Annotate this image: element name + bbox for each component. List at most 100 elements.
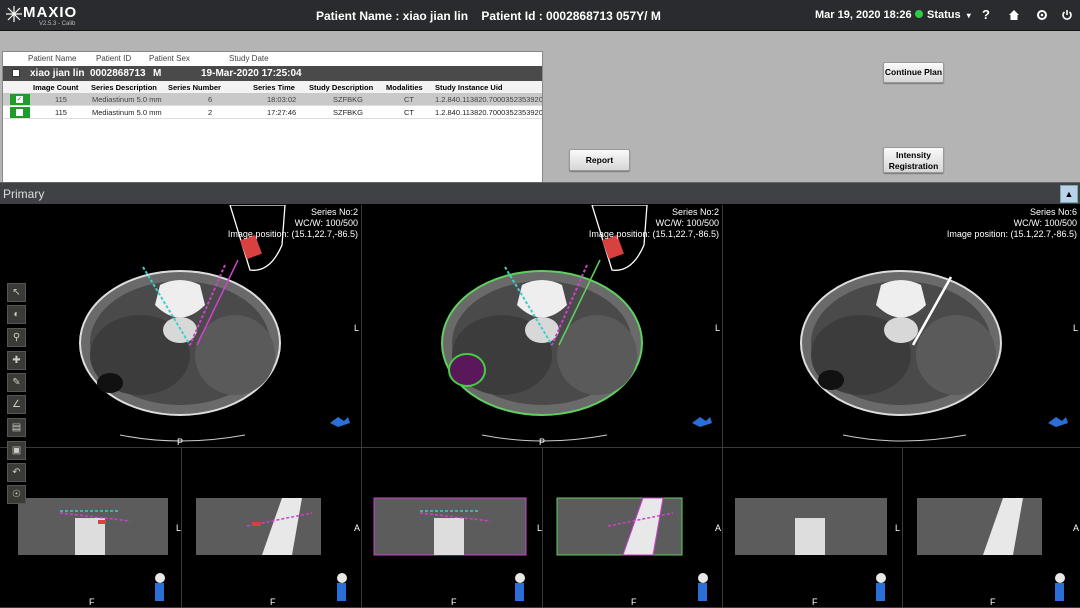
axial-viewport-3[interactable]: Series No:6 WC/W: 100/500 Image position… bbox=[723, 205, 1080, 448]
col-study-description[interactable]: Study Description bbox=[309, 83, 373, 92]
col-series-number[interactable]: Series Number bbox=[168, 83, 221, 92]
ct-axial-image bbox=[79, 205, 350, 442]
logo-text: MAXIO bbox=[23, 4, 78, 21]
patient-row[interactable]: xiao jian lin 0002868713 M 19-Mar-2020 1… bbox=[3, 66, 542, 81]
series-checkbox[interactable]: ✓ bbox=[10, 94, 30, 105]
col-patient-id[interactable]: Patient ID bbox=[96, 54, 131, 63]
patient-column-headers: Patient Name Patient ID Patient Sex Stud… bbox=[3, 54, 542, 66]
series-row[interactable]: 115 Mediastinum 5.0 mm 2 17:27:46 SZFBKG… bbox=[3, 106, 543, 119]
series-no-label: Series No:2 bbox=[671, 207, 719, 217]
sagittal-viewport-1[interactable]: A F bbox=[182, 448, 362, 608]
orientation-left-label: L bbox=[715, 323, 721, 333]
pointer-tool-icon[interactable]: ↖ bbox=[7, 283, 26, 302]
ct-coronal-image bbox=[735, 498, 887, 601]
col-image-count[interactable]: Image Count bbox=[33, 83, 78, 92]
ct-coronal-fusion-image bbox=[373, 497, 527, 601]
patient-row-date: 19-Mar-2020 17:25:04 bbox=[201, 68, 302, 79]
orientation-foot-label: F bbox=[270, 597, 276, 607]
status-dot-icon bbox=[915, 10, 923, 18]
col-series-description[interactable]: Series Description bbox=[91, 83, 157, 92]
col-patient-sex[interactable]: Patient Sex bbox=[149, 54, 190, 63]
col-modalities[interactable]: Modalities bbox=[386, 83, 423, 92]
series-uid: 1.2.840.113820.70003523539201 bbox=[435, 95, 543, 104]
window-level-label: WC/W: 100/500 bbox=[294, 218, 358, 228]
orientation-foot-label: F bbox=[812, 597, 818, 607]
report-button[interactable]: Report bbox=[569, 149, 630, 171]
series-modality: CT bbox=[404, 95, 414, 104]
patient-header: Patient Name : xiao jian lin Patient Id … bbox=[316, 9, 671, 23]
status-menu[interactable]: Status ▾ bbox=[915, 9, 971, 21]
series-uid: 1.2.840.113820.70003523539201 bbox=[435, 108, 543, 117]
col-study-date[interactable]: Study Date bbox=[229, 54, 269, 63]
continue-plan-button[interactable]: Continue Plan bbox=[883, 62, 944, 83]
collapse-up-button[interactable]: ▲ bbox=[1060, 185, 1078, 203]
window-level-label: WC/W: 100/500 bbox=[1013, 218, 1077, 228]
series-modality: CT bbox=[404, 108, 414, 117]
home-icon[interactable] bbox=[1005, 6, 1023, 24]
primary-label: Primary bbox=[3, 187, 45, 201]
power-icon[interactable] bbox=[1058, 6, 1076, 24]
sagittal-viewport-2[interactable]: A F bbox=[543, 448, 723, 608]
pen-tool-icon[interactable]: ✎ bbox=[7, 373, 26, 392]
viewport-info: Series No:6 WC/W: 100/500 Image position… bbox=[947, 207, 1077, 240]
primary-bar: Primary ▲ bbox=[0, 182, 1080, 204]
contrast-tool-icon[interactable]: ◐ bbox=[7, 305, 26, 324]
settings-icon[interactable] bbox=[1033, 6, 1051, 24]
patient-name-header: Patient Name : xiao jian lin bbox=[316, 9, 469, 23]
ct-axial-fusion-image bbox=[441, 205, 712, 442]
orientation-posterior-label: P bbox=[177, 437, 184, 447]
image-position-label: Image position: (15.1,22.7,-86.5) bbox=[588, 229, 719, 239]
series-checkbox[interactable] bbox=[10, 107, 30, 118]
series-description: Mediastinum 5.0 mm bbox=[92, 95, 162, 104]
intensity-label: Intensity bbox=[896, 150, 931, 160]
orientation-foot-label: F bbox=[89, 597, 95, 607]
camera-tool-icon[interactable]: ▣ bbox=[7, 441, 26, 460]
ct-sagittal-image bbox=[917, 498, 1065, 601]
series-time: 18:03:02 bbox=[267, 95, 297, 104]
sagittal-viewport-3[interactable]: A F bbox=[903, 448, 1080, 608]
image-position-label: Image position: (15.1,22.7,-86.5) bbox=[227, 229, 358, 239]
intensity-registration-button[interactable]: Intensity Registration bbox=[883, 147, 944, 173]
coronal-viewport-2[interactable]: L F bbox=[362, 448, 543, 608]
ct-sagittal-image bbox=[196, 498, 347, 601]
image-position-label: Image position: (15.1,22.7,-86.5) bbox=[946, 229, 1077, 239]
coronal-viewport-1[interactable]: L F bbox=[0, 448, 182, 608]
orientation-left-label: L bbox=[354, 323, 360, 333]
orientation-anterior-label: A bbox=[354, 523, 361, 533]
series-study-description: SZFBKG bbox=[333, 95, 364, 104]
series-image-count: 115 bbox=[55, 95, 67, 104]
axial-viewport-2[interactable]: Series No:2 WC/W: 100/500 Image position… bbox=[362, 205, 723, 448]
angle-tool-icon[interactable]: ∠ bbox=[7, 395, 26, 414]
series-study-description: SZFBKG bbox=[333, 108, 364, 117]
series-no-label: Series No:2 bbox=[310, 207, 358, 217]
coronal-viewport-3[interactable]: L F bbox=[723, 448, 903, 608]
series-row[interactable]: ✓ 115 Mediastinum 5.0 mm 6 18:03:02 SZFB… bbox=[3, 93, 543, 106]
ct-axial-image bbox=[800, 270, 1068, 442]
eye-tool-icon[interactable]: ☉ bbox=[7, 485, 26, 504]
orientation-foot-label: F bbox=[451, 597, 457, 607]
maxio-logo: MAXIO V2.5.3 - Calib bbox=[3, 3, 93, 29]
datetime: Mar 19, 2020 18:26 bbox=[815, 9, 912, 21]
chevron-down-icon: ▾ bbox=[966, 11, 971, 20]
undo-tool-icon[interactable]: ↶ bbox=[7, 463, 26, 482]
ct-sagittal-fusion-image bbox=[556, 497, 708, 601]
orientation-left-label: L bbox=[176, 523, 182, 533]
series-column-headers: Image Count Series Description Series Nu… bbox=[3, 81, 542, 93]
pan-tool-icon[interactable]: ✚ bbox=[7, 351, 26, 370]
ruler-tool-icon[interactable]: ▤ bbox=[7, 418, 26, 437]
col-patient-name[interactable]: Patient Name bbox=[28, 54, 76, 63]
upper-panel: Patient Name Patient ID Patient Sex Stud… bbox=[0, 31, 1080, 200]
star-logo-icon bbox=[6, 6, 22, 22]
series-number: 2 bbox=[208, 108, 213, 117]
series-image-count: 115 bbox=[55, 108, 67, 117]
zoom-tool-icon[interactable]: ⚲ bbox=[7, 328, 26, 347]
patient-checkbox[interactable] bbox=[12, 69, 20, 77]
orientation-posterior-label: P bbox=[539, 437, 546, 447]
patient-id-header: Patient Id : 0002868713 057Y/ M bbox=[481, 9, 661, 23]
series-number: 6 bbox=[208, 95, 213, 104]
col-series-time[interactable]: Series Time bbox=[253, 83, 295, 92]
help-icon[interactable]: ? bbox=[977, 6, 995, 24]
axial-viewport-1[interactable]: Series No:2 WC/W: 100/500 Image position… bbox=[0, 205, 362, 448]
col-study-instance-uid[interactable]: Study Instance Uid bbox=[435, 83, 503, 92]
viewport-info: Series No:2 WC/W: 100/500 Image position… bbox=[589, 207, 719, 240]
